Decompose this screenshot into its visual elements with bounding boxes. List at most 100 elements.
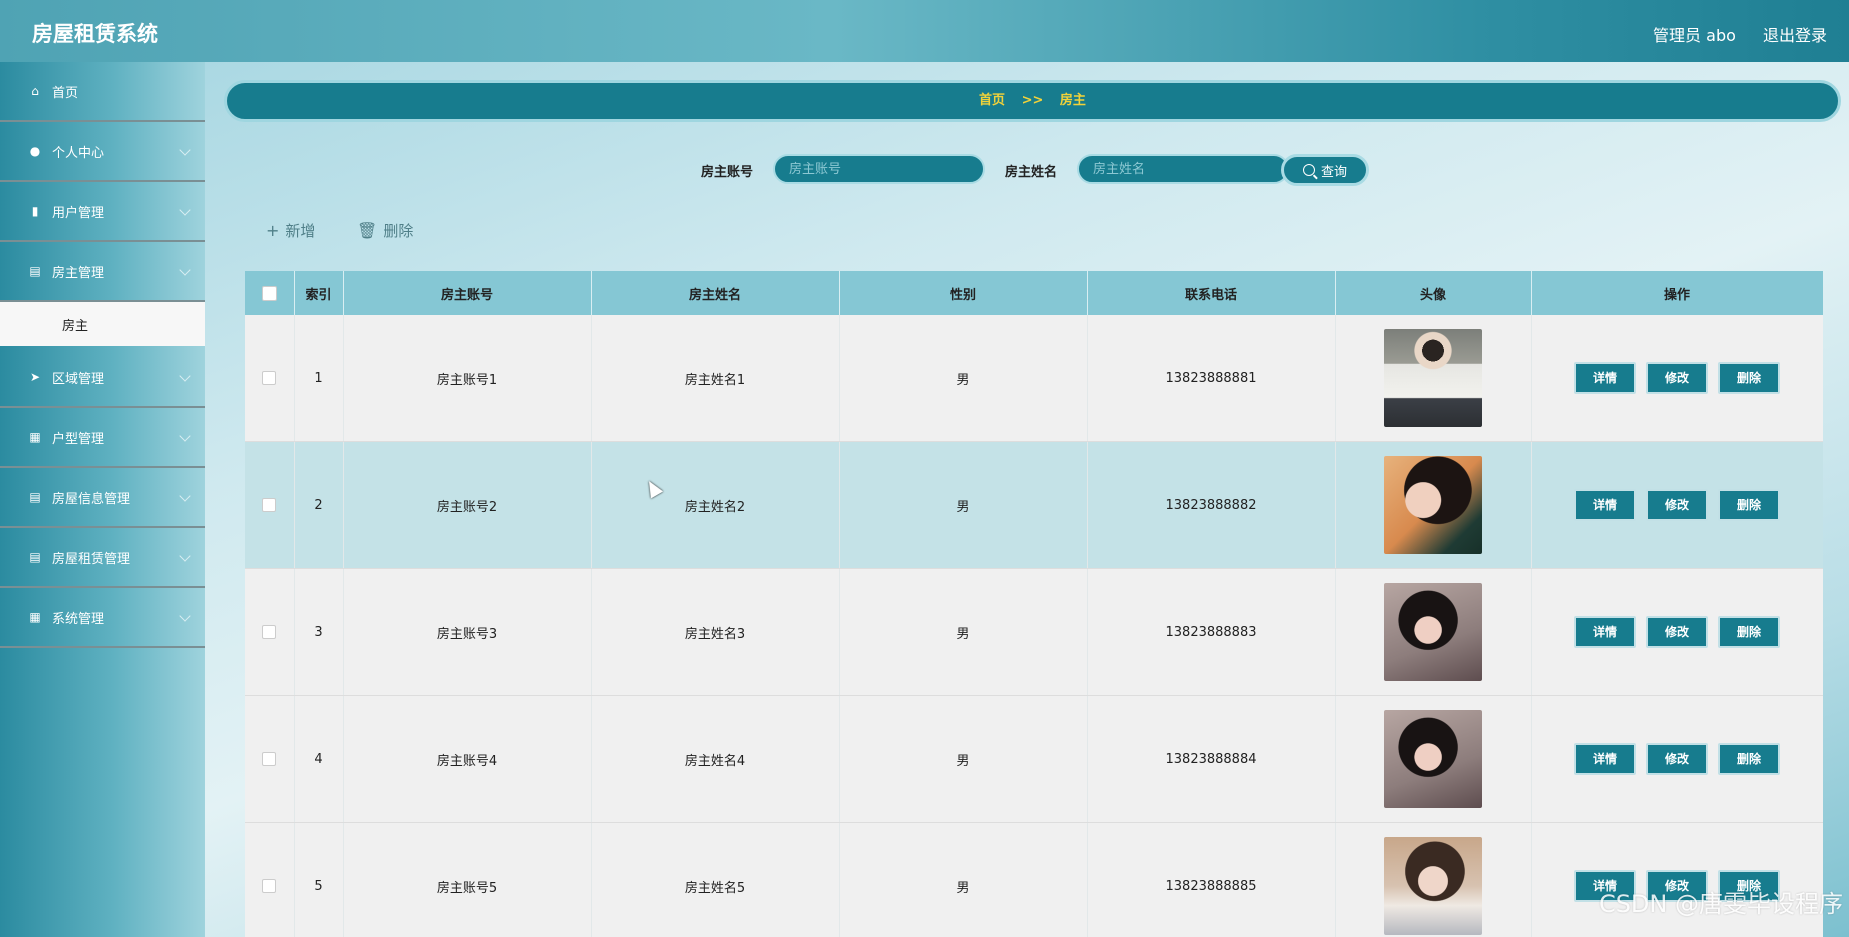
name-label: 房主姓名 (1005, 165, 1058, 180)
column-header: 头像 (1335, 271, 1532, 315)
bar-chart-icon: ▮ (31, 204, 39, 218)
delete-button[interactable]: 删除 (1718, 489, 1780, 521)
column-header: 房主姓名 (591, 271, 840, 315)
plus-icon: + (266, 221, 280, 240)
grid-icon: ▦ (29, 610, 41, 624)
account-label: 房主账号 (701, 165, 754, 180)
delete-button[interactable]: 删除 (1718, 616, 1780, 648)
actions-cell: 详情 修改 删除 (1531, 822, 1823, 937)
sidebar-item[interactable]: ▮ 用户管理 (0, 182, 205, 242)
row-checkbox[interactable] (262, 752, 277, 766)
send-icon: ➤ (29, 370, 41, 384)
sidebar-item[interactable]: ● 个人中心 (0, 122, 205, 182)
gender-cell: 男 (839, 315, 1088, 442)
row-select-cell (245, 695, 295, 823)
chevron-down-icon (179, 370, 191, 382)
row-checkbox[interactable] (262, 498, 277, 512)
owner-table: 索引 房主账号 房主姓名 性别 联系电话 头像 操作 1 房主账号1 房主姓名1 男 1… (245, 271, 1823, 937)
avatar-image[interactable] (1384, 837, 1482, 935)
account-cell: 房主账号1 (343, 315, 592, 442)
clipboard-icon: ▤ (29, 490, 41, 504)
detail-button[interactable]: 详情 (1574, 616, 1636, 648)
sidebar: ⌂ 首页 ● 个人中心 ▮ 用户管理 ▤ 房主管理 房主 ➤ 区域管理 ▦ 户型管理 ▤ 房屋信息管理 ▤ 房屋… (0, 62, 205, 937)
index-cell: 5 (294, 822, 344, 937)
edit-button[interactable]: 修改 (1646, 616, 1708, 648)
chevron-down-icon (179, 144, 191, 156)
row-select-cell (245, 822, 295, 937)
breadcrumb-home[interactable]: 首页 (979, 93, 1005, 108)
row-checkbox[interactable] (262, 625, 277, 639)
watermark: CSDN @唐雯毕设程序 (1598, 890, 1843, 918)
edit-button[interactable]: 修改 (1646, 489, 1708, 521)
detail-button[interactable]: 详情 (1574, 489, 1636, 521)
table-row: 3 房主账号3 房主姓名3 男 13823888883 详情 修改 删除 (245, 568, 1823, 696)
column-header: 索引 (294, 271, 344, 315)
detail-button[interactable]: 详情 (1574, 743, 1636, 775)
top-bar: 房屋租赁系统 管理员 abo 退出登录 (0, 0, 1849, 62)
phone-cell: 13823888882 (1087, 441, 1336, 569)
avatar-image[interactable] (1384, 456, 1482, 554)
avatar-cell (1335, 568, 1532, 696)
edit-button[interactable]: 修改 (1646, 362, 1708, 394)
account-search-input[interactable] (773, 154, 985, 184)
edit-button[interactable]: 修改 (1646, 743, 1708, 775)
trash-icon: 🗑 (357, 221, 378, 240)
index-cell: 3 (294, 568, 344, 696)
select-all-header[interactable] (245, 271, 295, 315)
sidebar-item[interactable]: ▤ 房主管理 (0, 242, 205, 302)
sidebar-subitem[interactable]: 房主 (0, 302, 205, 346)
chevron-down-icon (179, 204, 191, 216)
name-cell: 房主姓名3 (591, 568, 840, 696)
gender-cell: 男 (839, 568, 1088, 696)
select-all-checkbox[interactable] (261, 285, 277, 301)
delete-button[interactable]: 删除 (1718, 743, 1780, 775)
gender-cell: 男 (839, 441, 1088, 569)
name-cell: 房主姓名4 (591, 695, 840, 823)
name-cell: 房主姓名2 (591, 441, 840, 569)
sidebar-item[interactable]: ▦ 户型管理 (0, 408, 205, 468)
delete-button[interactable]: 删除 (1718, 362, 1780, 394)
sidebar-item[interactable]: ▦ 系统管理 (0, 588, 205, 648)
sidebar-item[interactable]: ▤ 房屋信息管理 (0, 468, 205, 528)
row-checkbox[interactable] (262, 371, 277, 385)
sidebar-item[interactable]: ⌂ 首页 (0, 62, 205, 122)
logout-link[interactable]: 退出登录 (1763, 26, 1827, 45)
add-button-label: 新增 (285, 222, 316, 240)
sidebar-item[interactable]: ➤ 区域管理 (0, 348, 205, 408)
name-cell: 房主姓名5 (591, 822, 840, 937)
avatar-image[interactable] (1384, 710, 1482, 808)
actions-cell: 详情 修改 删除 (1531, 568, 1823, 696)
avatar-image[interactable] (1384, 583, 1482, 681)
gender-cell: 男 (839, 822, 1088, 937)
user-icon: ● (29, 144, 41, 158)
search-icon (1302, 164, 1315, 176)
index-cell: 2 (294, 441, 344, 569)
name-cell: 房主姓名1 (591, 315, 840, 442)
search-button[interactable]: 查询 (1281, 154, 1369, 186)
breadcrumb: 首页 >> 房主 (224, 80, 1841, 122)
account-cell: 房主账号2 (343, 441, 592, 569)
detail-button[interactable]: 详情 (1574, 362, 1636, 394)
row-select-cell (245, 441, 295, 569)
row-checkbox[interactable] (262, 879, 277, 893)
batch-delete-button[interactable]: 🗑 删除 (357, 220, 413, 241)
sidebar-item-label: 区域管理 (52, 371, 105, 387)
grid-icon: ▦ (29, 430, 41, 444)
actions-cell: 详情 修改 删除 (1531, 441, 1823, 569)
gender-cell: 男 (839, 695, 1088, 823)
index-cell: 4 (294, 695, 344, 823)
batch-delete-label: 删除 (383, 222, 414, 240)
avatar-cell (1335, 695, 1532, 823)
column-header: 房主账号 (343, 271, 592, 315)
add-button[interactable]: + 新增 (266, 220, 315, 241)
row-select-cell (245, 568, 295, 696)
index-cell: 1 (294, 315, 344, 442)
user-area: 管理员 abo 退出登录 (1631, 22, 1827, 46)
table-header-row: 索引 房主账号 房主姓名 性别 联系电话 头像 操作 (245, 271, 1823, 315)
phone-cell: 13823888884 (1087, 695, 1336, 823)
clipboard-icon: ▤ (29, 264, 41, 278)
sidebar-item[interactable]: ▤ 房屋租赁管理 (0, 528, 205, 588)
table-row: 2 房主账号2 房主姓名2 男 13823888882 详情 修改 删除 (245, 441, 1823, 569)
avatar-image[interactable] (1384, 329, 1482, 427)
name-search-input[interactable] (1077, 154, 1289, 184)
